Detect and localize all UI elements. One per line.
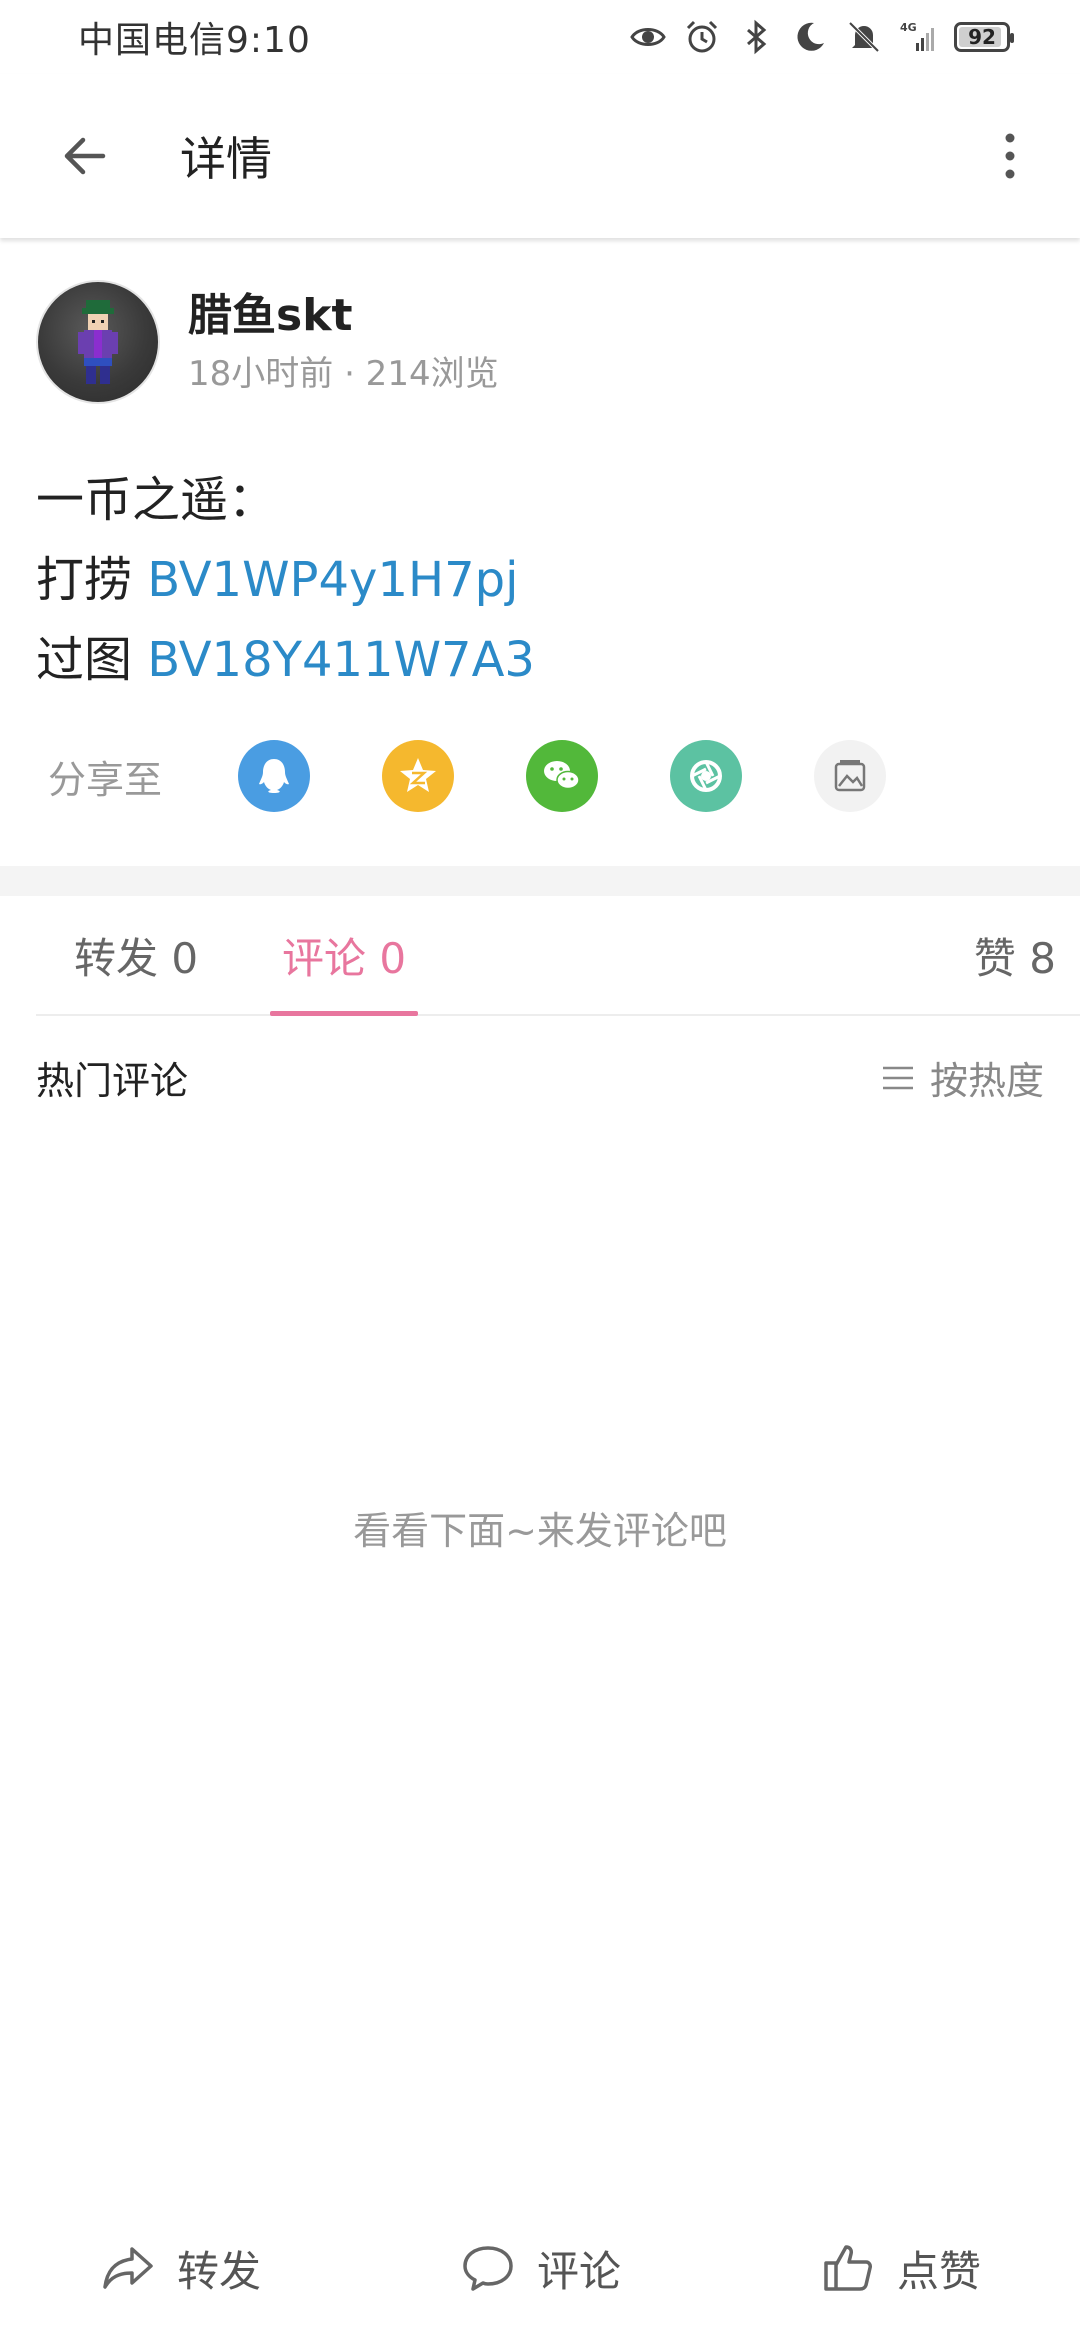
share-moments-button[interactable] <box>670 740 742 812</box>
share-label: 分享至 <box>48 757 163 802</box>
active-tab-indicator <box>270 1011 419 1016</box>
back-button[interactable] <box>40 111 130 201</box>
bottom-action-bar: 转发 评论 点赞 <box>0 2208 1080 2328</box>
repost-label: 转发 <box>176 2246 261 2296</box>
post-line-2-text: 打捞 <box>36 552 148 608</box>
qzone-star-icon <box>400 758 436 792</box>
arrow-left-icon <box>64 137 106 175</box>
empty-comments-hint: 看看下面~来发评论吧 <box>353 1509 727 1553</box>
mute-bell-icon <box>846 19 882 55</box>
app-bar: 详情 <box>0 74 1080 238</box>
author-info: 腊鱼skt 18小时前 · 214浏览 <box>188 288 499 396</box>
alarm-icon <box>684 19 720 55</box>
image-icon <box>834 760 866 792</box>
comments-header: 热门评论 按热度 <box>36 1050 1044 1105</box>
share-image-button[interactable] <box>814 740 886 812</box>
qq-penguin-icon <box>259 759 289 793</box>
more-button[interactable] <box>980 111 1040 201</box>
like-button[interactable]: 点赞 <box>720 2238 1080 2299</box>
post-line-3: 过图 BV18Y411W7A3 <box>36 620 535 700</box>
comment-bubble-icon <box>463 2246 513 2291</box>
moments-shutter-icon <box>690 760 722 792</box>
post-line-2: 打捞 BV1WP4y1H7pj <box>36 540 535 620</box>
svg-text:4G: 4G <box>900 21 917 34</box>
video-link-2[interactable]: BV18Y411W7A3 <box>147 632 535 688</box>
more-vertical-icon <box>1005 133 1015 179</box>
wechat-icon <box>544 761 580 790</box>
post-line-3-text: 过图 <box>36 632 148 688</box>
bluetooth-icon <box>738 19 774 55</box>
page-title: 详情 <box>180 132 272 186</box>
share-qq-button[interactable] <box>238 740 310 812</box>
comment-label: 评论 <box>536 2246 621 2296</box>
carrier-time: 中国电信9:10 <box>78 20 311 61</box>
tab-comments[interactable]: 评论 0 <box>270 896 419 1016</box>
signal-icon: 4G <box>900 19 936 55</box>
tab-comments-label: 评论 0 <box>282 933 407 983</box>
menu-lines-icon <box>882 1066 913 1089</box>
share-wechat-button[interactable] <box>526 740 598 812</box>
share-arrow-icon <box>103 2247 153 2289</box>
battery-icon: 92 <box>954 22 1014 52</box>
repost-button[interactable]: 转发 <box>0 2238 360 2299</box>
video-link-1[interactable]: BV1WP4y1H7pj <box>147 552 518 608</box>
share-qzone-button[interactable] <box>382 740 454 812</box>
tab-reposts[interactable]: 转发 0 <box>74 896 198 1014</box>
status-icons: 4G 92 <box>630 19 1014 55</box>
like-label: 点赞 <box>896 2246 981 2296</box>
status-bar: 中国电信9:10 4G 92 <box>0 0 1080 74</box>
battery-level: 92 <box>968 25 996 49</box>
post-content: 一币之遥： 打捞 BV1WP4y1H7pj 过图 BV18Y411W7A3 <box>36 460 535 700</box>
post-line-1: 一币之遥： <box>36 472 277 528</box>
section-divider <box>0 866 1080 896</box>
sort-label: 按热度 <box>929 1059 1044 1103</box>
author-header: 腊鱼skt 18小时前 · 214浏览 <box>36 280 499 404</box>
thumbs-up-icon <box>824 2245 872 2291</box>
comment-button[interactable]: 评论 <box>360 2238 720 2299</box>
avatar[interactable] <box>36 280 160 404</box>
sort-button[interactable]: 按热度 <box>880 1050 1044 1105</box>
tab-bar: 转发 0 评论 0 赞 8 <box>36 896 1080 1016</box>
avatar-figure-icon <box>78 300 118 384</box>
tab-likes[interactable]: 赞 8 <box>974 896 1056 1014</box>
hot-comments-title: 热门评论 <box>36 1059 189 1103</box>
tab-likes-label: 赞 8 <box>973 933 1056 983</box>
eye-icon <box>630 19 666 55</box>
tab-reposts-label: 转发 0 <box>74 933 199 983</box>
moon-icon <box>792 19 828 55</box>
author-name[interactable]: 腊鱼skt <box>188 288 499 344</box>
share-row: 分享至 <box>48 740 958 812</box>
post-meta: 18小时前 · 214浏览 <box>188 354 499 394</box>
